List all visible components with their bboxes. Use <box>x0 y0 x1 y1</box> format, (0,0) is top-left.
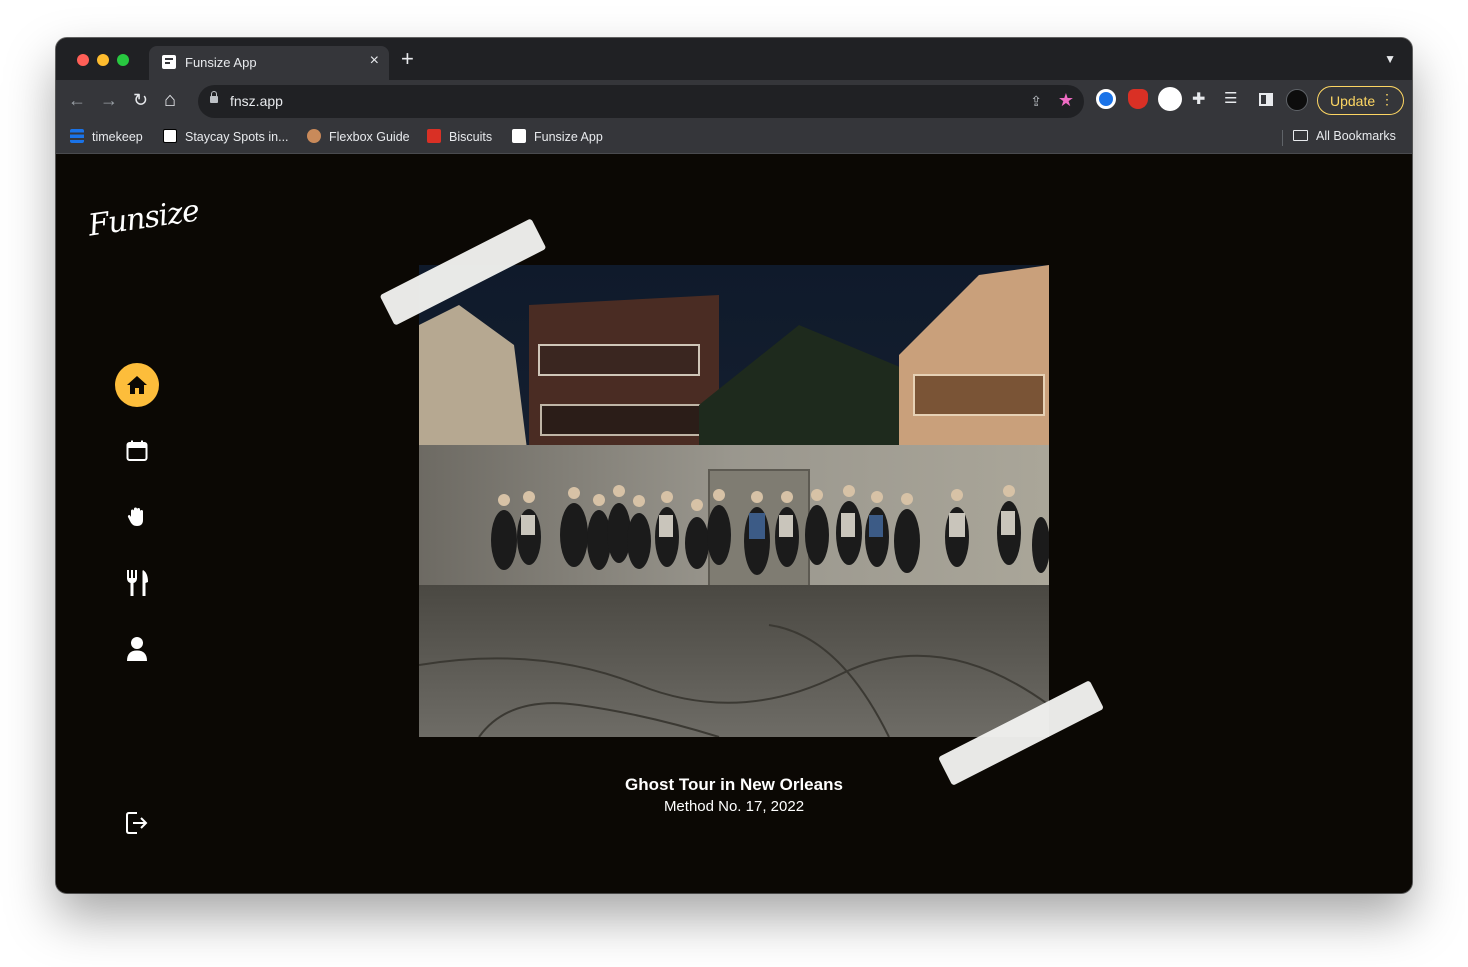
tab-close-icon[interactable]: × <box>370 53 379 69</box>
funsize-favicon-icon <box>162 55 176 69</box>
new-tab-button[interactable]: + <box>401 48 414 70</box>
back-button[interactable]: ← <box>68 90 86 110</box>
biscuits-icon <box>427 129 441 143</box>
bookmark-funsize-app[interactable]: Funsize App <box>512 129 603 144</box>
password-manager-extension-icon[interactable] <box>1096 89 1116 109</box>
feature-subtitle: Method No. 17, 2022 <box>663 798 805 815</box>
bookmark-staycay[interactable]: Staycay Spots in... <box>163 129 289 144</box>
bookmark-timekeep[interactable]: timekeep <box>70 129 143 144</box>
fork-knife-icon <box>127 570 148 596</box>
folder-icon <box>1293 130 1308 141</box>
url-text[interactable]: fnsz.app <box>230 93 283 109</box>
lock-icon[interactable] <box>210 91 218 103</box>
ghost-tour-photo <box>419 265 1049 737</box>
app-page: Funsize Ghost Tour in New Orleans Method… <box>56 155 1412 893</box>
maximize-window-button[interactable] <box>117 54 129 66</box>
update-button[interactable]: Update ⋮ <box>1317 86 1404 115</box>
nav-home[interactable] <box>115 363 159 407</box>
tab-title: Funsize App <box>185 55 257 70</box>
forward-button[interactable]: → <box>100 90 118 110</box>
profile-avatar[interactable] <box>1286 89 1308 111</box>
tab-search-chevron-icon[interactable]: ▼ <box>1384 52 1396 66</box>
tab-funsize-app[interactable]: Funsize App × <box>149 46 389 80</box>
featured-photo[interactable] <box>419 265 1049 737</box>
bookmark-star-icon[interactable]: ★ <box>1058 90 1074 111</box>
close-window-button[interactable] <box>77 54 89 66</box>
side-panel-icon[interactable] <box>1259 93 1273 106</box>
avatar-icon <box>307 129 321 143</box>
tab-strip: Funsize App × + ▼ <box>56 38 1412 80</box>
extensions-puzzle-icon[interactable]: ✚ <box>1192 89 1205 109</box>
home-button[interactable]: ⌂ <box>164 90 176 110</box>
bookmarks-divider <box>1282 130 1283 146</box>
menu-dots-icon[interactable]: ⋮ <box>1380 92 1394 106</box>
minimize-window-button[interactable] <box>97 54 109 66</box>
all-bookmarks-button[interactable]: All Bookmarks <box>1293 129 1396 143</box>
share-icon[interactable]: ⇪ <box>1030 93 1042 110</box>
extension-circle-icon[interactable] <box>1158 87 1182 111</box>
reload-button[interactable]: ↻ <box>133 90 148 110</box>
calendar-icon <box>126 440 148 461</box>
media-controls-icon[interactable]: ☰ <box>1224 89 1237 107</box>
feature-title: Ghost Tour in New Orleans <box>625 775 843 794</box>
nav-food[interactable] <box>115 561 159 605</box>
notion-icon <box>163 129 177 143</box>
address-bar[interactable]: fnsz.app ⇪ ★ <box>198 85 1084 118</box>
bookmark-biscuits[interactable]: Biscuits <box>427 129 492 144</box>
toolbar: ← → ↻ ⌂ fnsz.app ⇪ ★ ✚ ☰ Update ⋮ <box>56 80 1412 122</box>
bookmark-flexbox-guide[interactable]: Flexbox Guide <box>307 129 410 144</box>
hand-icon <box>127 507 143 526</box>
timekeep-icon <box>70 129 84 143</box>
home-icon <box>127 376 147 394</box>
nav-activities[interactable] <box>115 495 159 539</box>
funsize-logo[interactable]: Funsize <box>86 193 201 243</box>
funsize-icon <box>512 129 526 143</box>
browser-window: Funsize App × + ▼ ← → ↻ ⌂ fnsz.app ⇪ ★ ✚… <box>56 38 1412 893</box>
bookmarks-bar: timekeep Staycay Spots in... Flexbox Gui… <box>56 122 1412 154</box>
ublock-extension-icon[interactable] <box>1128 89 1148 109</box>
nav-profile[interactable] <box>115 627 159 671</box>
update-label: Update <box>1330 93 1376 109</box>
person-icon <box>127 637 147 661</box>
nav-calendar[interactable] <box>115 429 159 473</box>
